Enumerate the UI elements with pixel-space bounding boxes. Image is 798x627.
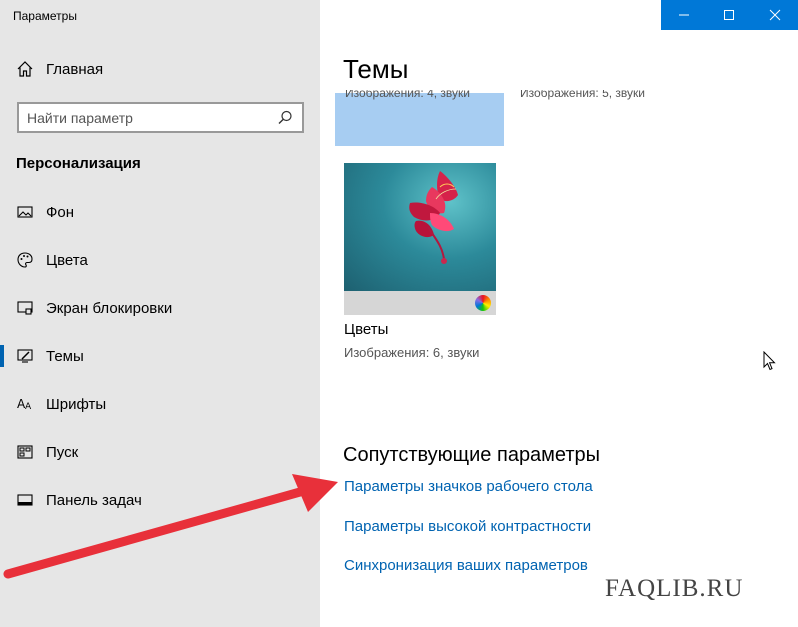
home-icon [16, 60, 34, 78]
color-wheel-icon [475, 295, 491, 311]
sync-settings-link[interactable]: Синхронизация ваших параметров [344, 557, 588, 574]
theme-preview-image [344, 163, 496, 291]
image-icon [16, 203, 34, 221]
home-label: Главная [46, 60, 104, 78]
search-icon[interactable] [276, 109, 294, 127]
sidebar-item-colors[interactable]: Цвета [0, 236, 320, 284]
desktop-icon-settings-link[interactable]: Параметры значков рабочего стола [344, 478, 593, 495]
palette-icon [16, 251, 34, 269]
home-link[interactable]: Главная [16, 60, 103, 78]
svg-text:A: A [25, 402, 32, 412]
sidebar-item-fonts[interactable]: AA Шрифты [0, 380, 320, 428]
sidebar-item-label: Экран блокировки [46, 299, 173, 317]
main-panel: Изображения: 4, звуки Изображения: 5, зв… [320, 0, 798, 627]
section-heading: Персонализация [16, 155, 141, 172]
annotation-arrow [3, 474, 338, 579]
sidebar-item-label: Шрифты [46, 395, 107, 413]
sidebar-item-themes[interactable]: Темы [0, 332, 320, 380]
theme-name: Цветы [344, 321, 389, 338]
theme-card-flowers[interactable] [344, 163, 496, 315]
sidebar-item-background[interactable]: Фон [0, 188, 320, 236]
window-controls [661, 0, 798, 30]
flower-image [409, 171, 458, 264]
search-box[interactable] [17, 102, 304, 133]
sidebar-item-start[interactable]: Пуск [0, 428, 320, 476]
search-input[interactable] [27, 109, 276, 126]
app-title: Параметры [13, 9, 77, 23]
related-settings-heading: Сопутствующие параметры [343, 444, 601, 466]
sidebar-item-lock-screen[interactable]: Экран блокировки [0, 284, 320, 332]
minimize-button[interactable] [661, 0, 707, 30]
close-button[interactable] [752, 0, 798, 30]
sidebar-item-label: Цвета [46, 251, 88, 269]
maximize-icon [724, 10, 735, 20]
themes-icon [16, 347, 34, 365]
minimize-icon [678, 14, 689, 16]
sidebar-item-label: Темы [46, 347, 84, 365]
sidebar-item-label: Пуск [46, 443, 79, 461]
watermark: FAQLIB.RU [605, 575, 744, 602]
mouse-cursor-icon [763, 350, 777, 376]
maximize-button[interactable] [707, 0, 753, 30]
lock-screen-icon [16, 299, 34, 317]
fonts-icon: AA [16, 395, 34, 413]
sidebar-item-label: Фон [46, 203, 75, 221]
theme-card-previous[interactable] [335, 93, 504, 146]
page-title: Темы [343, 54, 763, 90]
start-icon [16, 443, 34, 461]
close-icon [769, 9, 781, 21]
theme-meta: Изображения: 6, звуки [344, 345, 480, 360]
theme-color-strip [344, 291, 496, 315]
high-contrast-settings-link[interactable]: Параметры высокой контрастности [344, 518, 591, 535]
